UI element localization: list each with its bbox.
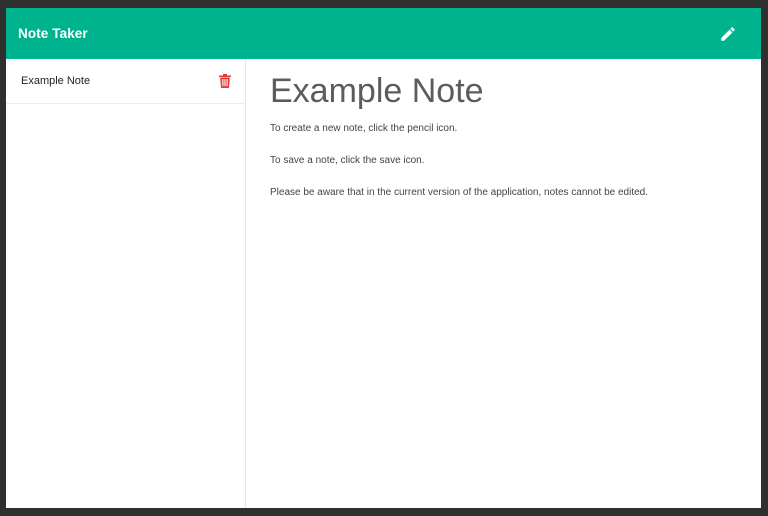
pencil-icon bbox=[721, 26, 735, 41]
delete-note-button[interactable] bbox=[218, 73, 232, 89]
new-note-button[interactable] bbox=[717, 23, 739, 45]
app-title[interactable]: Note Taker bbox=[18, 26, 88, 41]
note-paragraph: To save a note, click the save icon. bbox=[270, 155, 425, 166]
note-paragraph: To create a new note, click the pencil i… bbox=[270, 123, 458, 134]
content-area: Example Note Example Note To create a ne… bbox=[6, 59, 761, 508]
note-paragraph: Please be aware that in the current vers… bbox=[270, 187, 649, 198]
navbar: Note Taker bbox=[6, 8, 761, 59]
note-list-item[interactable]: Example Note bbox=[6, 59, 245, 104]
note-view: Example Note To create a new note, click… bbox=[246, 59, 761, 508]
note-list-item-title: Example Note bbox=[21, 75, 91, 87]
notes-sidebar: Example Note bbox=[6, 59, 246, 508]
trash-icon bbox=[219, 74, 231, 88]
note-title: Example Note bbox=[270, 72, 484, 110]
app-window: Note Taker Example Note Example Note To … bbox=[6, 8, 761, 508]
